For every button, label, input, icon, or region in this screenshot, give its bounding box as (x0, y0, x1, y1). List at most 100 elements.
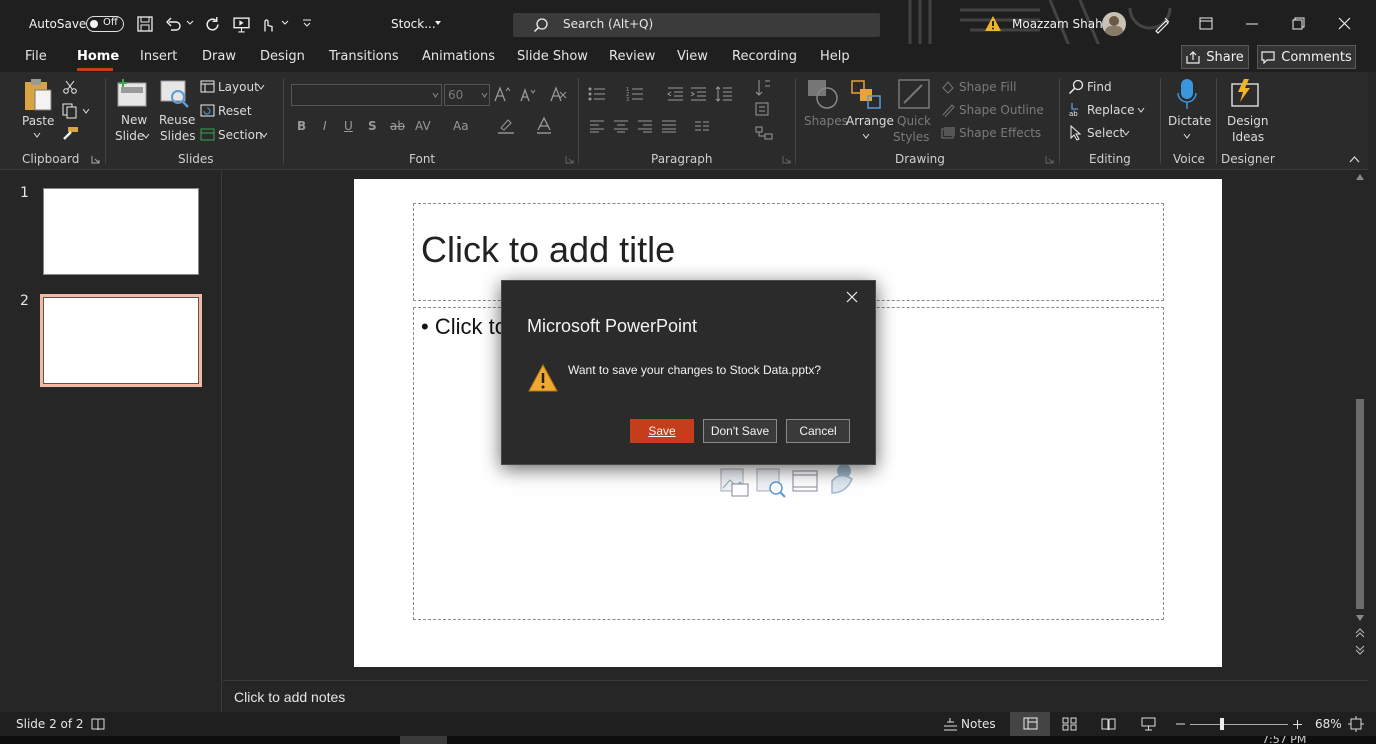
touch-dropdown-icon[interactable] (281, 20, 289, 26)
search-box[interactable]: Search (Alt+Q) (513, 13, 880, 37)
new-slide-label-2[interactable]: Slide (115, 129, 144, 143)
cut-icon[interactable] (63, 80, 77, 94)
change-case-icon[interactable]: Aa (453, 119, 469, 133)
zoom-slider[interactable] (1190, 724, 1288, 725)
numbering-icon[interactable]: 123 (626, 86, 644, 102)
redo-icon[interactable] (204, 16, 221, 33)
insert-icons-icon[interactable] (826, 463, 856, 497)
tab-draw[interactable]: Draw (202, 49, 236, 64)
notes-pane[interactable]: Click to add notes (223, 680, 1368, 712)
copy-icon[interactable] (62, 103, 78, 119)
section-icon[interactable] (200, 128, 215, 141)
customize-toolbar-icon[interactable] (302, 18, 312, 28)
shape-effects-icon[interactable] (941, 126, 956, 140)
reuse-slides-label-1[interactable]: Reuse (159, 113, 195, 127)
tab-help[interactable]: Help (820, 49, 850, 64)
tab-view[interactable]: View (677, 49, 708, 64)
layout-dropdown-icon[interactable] (257, 85, 265, 90)
italic-icon[interactable]: I (323, 119, 327, 133)
fit-to-window-icon[interactable] (1348, 716, 1364, 732)
section-dropdown-icon[interactable] (260, 133, 268, 138)
format-painter-icon[interactable] (61, 126, 79, 142)
stock-images-icon[interactable] (756, 468, 786, 498)
select-icon[interactable] (1069, 125, 1083, 141)
zoom-level[interactable]: 68% (1315, 717, 1342, 731)
columns-icon[interactable] (694, 120, 710, 132)
present-from-start-icon[interactable] (233, 16, 250, 33)
insert-picture-icon[interactable] (720, 468, 750, 498)
collapse-ribbon-icon[interactable] (1349, 156, 1360, 163)
accessibility-icon[interactable] (91, 717, 105, 731)
paste-label[interactable]: Paste (22, 114, 54, 128)
slide-show-icon[interactable] (1141, 717, 1156, 731)
line-spacing-icon[interactable] (715, 86, 733, 102)
save-icon[interactable] (137, 16, 153, 32)
align-text-icon[interactable] (755, 102, 771, 116)
select-dropdown-icon[interactable] (1122, 131, 1130, 136)
decrease-font-size-icon[interactable] (520, 87, 537, 102)
section-label[interactable]: Section (218, 128, 263, 142)
tab-animations[interactable]: Animations (422, 49, 495, 64)
arrange-icon[interactable] (850, 79, 882, 109)
shapes-label[interactable]: Shapes (804, 114, 848, 128)
undo-icon[interactable] (165, 16, 181, 32)
arrange-label[interactable]: Arrange (846, 114, 894, 128)
font-name-box[interactable] (291, 84, 442, 106)
slide-thumbnail-1[interactable] (43, 188, 199, 275)
shape-outline-label[interactable]: Shape Outline (959, 103, 1044, 117)
font-size-dropdown-icon[interactable] (481, 93, 488, 98)
reuse-slides-label-2[interactable]: Slides (160, 129, 196, 143)
quick-styles-label-1[interactable]: Quick (897, 114, 931, 128)
drawing-launcher-icon[interactable] (1045, 155, 1054, 164)
new-slide-label-1[interactable]: New (121, 113, 147, 127)
underline-icon[interactable]: U (344, 119, 353, 133)
layout-label[interactable]: Layout (218, 80, 259, 94)
replace-icon[interactable]: ab (1068, 101, 1084, 117)
increase-indent-icon[interactable] (690, 86, 707, 102)
close-icon[interactable] (1338, 17, 1351, 30)
dialog-close-icon[interactable] (846, 291, 858, 303)
arrange-dropdown-icon[interactable] (862, 134, 870, 139)
comments-button[interactable]: Comments (1257, 45, 1356, 69)
select-label[interactable]: Select (1087, 126, 1124, 140)
cancel-button[interactable]: Cancel (786, 419, 850, 443)
font-color-icon[interactable] (536, 117, 552, 135)
tab-recording[interactable]: Recording (732, 49, 797, 64)
font-size-box[interactable]: 60 (444, 84, 490, 106)
paste-dropdown-icon[interactable] (33, 133, 41, 138)
justify-icon[interactable] (661, 119, 677, 133)
save-button[interactable]: Save (630, 419, 694, 443)
notes-button[interactable]: Notes (961, 717, 996, 731)
smartart-icon[interactable] (755, 126, 773, 140)
next-slide-icon[interactable] (1355, 645, 1365, 655)
reset-label[interactable]: Reset (218, 104, 252, 118)
restore-icon[interactable] (1292, 17, 1305, 30)
strikethrough-icon[interactable]: ab (390, 119, 405, 133)
shape-fill-label[interactable]: Shape Fill (959, 80, 1016, 94)
dictate-label[interactable]: Dictate (1168, 114, 1211, 128)
undo-dropdown-icon[interactable] (186, 20, 194, 26)
align-left-icon[interactable] (589, 119, 605, 133)
tab-transitions[interactable]: Transitions (329, 49, 399, 64)
tab-design[interactable]: Design (260, 49, 305, 64)
shape-outline-icon[interactable] (941, 103, 956, 117)
warning-icon[interactable] (984, 15, 1002, 32)
zoom-slider-thumb[interactable] (1220, 718, 1224, 730)
design-ideas-label-1[interactable]: Design (1227, 114, 1268, 128)
copy-dropdown-icon[interactable] (82, 109, 90, 114)
decrease-indent-icon[interactable] (667, 86, 684, 102)
character-spacing-icon[interactable]: AV (415, 119, 431, 133)
microphone-icon[interactable] (1177, 78, 1197, 110)
insert-video-icon[interactable] (792, 469, 818, 495)
text-shadow-icon[interactable]: S (368, 119, 377, 133)
paste-icon[interactable] (23, 78, 53, 112)
taskbar-item[interactable] (400, 736, 447, 744)
bullets-icon[interactable] (588, 86, 606, 102)
highlight-icon[interactable] (497, 117, 515, 135)
tab-home[interactable]: Home (77, 49, 119, 64)
align-right-icon[interactable] (637, 119, 653, 133)
reuse-slides-icon[interactable] (160, 79, 190, 109)
quick-styles-label-2[interactable]: Styles (893, 130, 929, 144)
dictate-dropdown-icon[interactable] (1183, 134, 1191, 139)
share-button[interactable]: Share (1181, 45, 1249, 69)
